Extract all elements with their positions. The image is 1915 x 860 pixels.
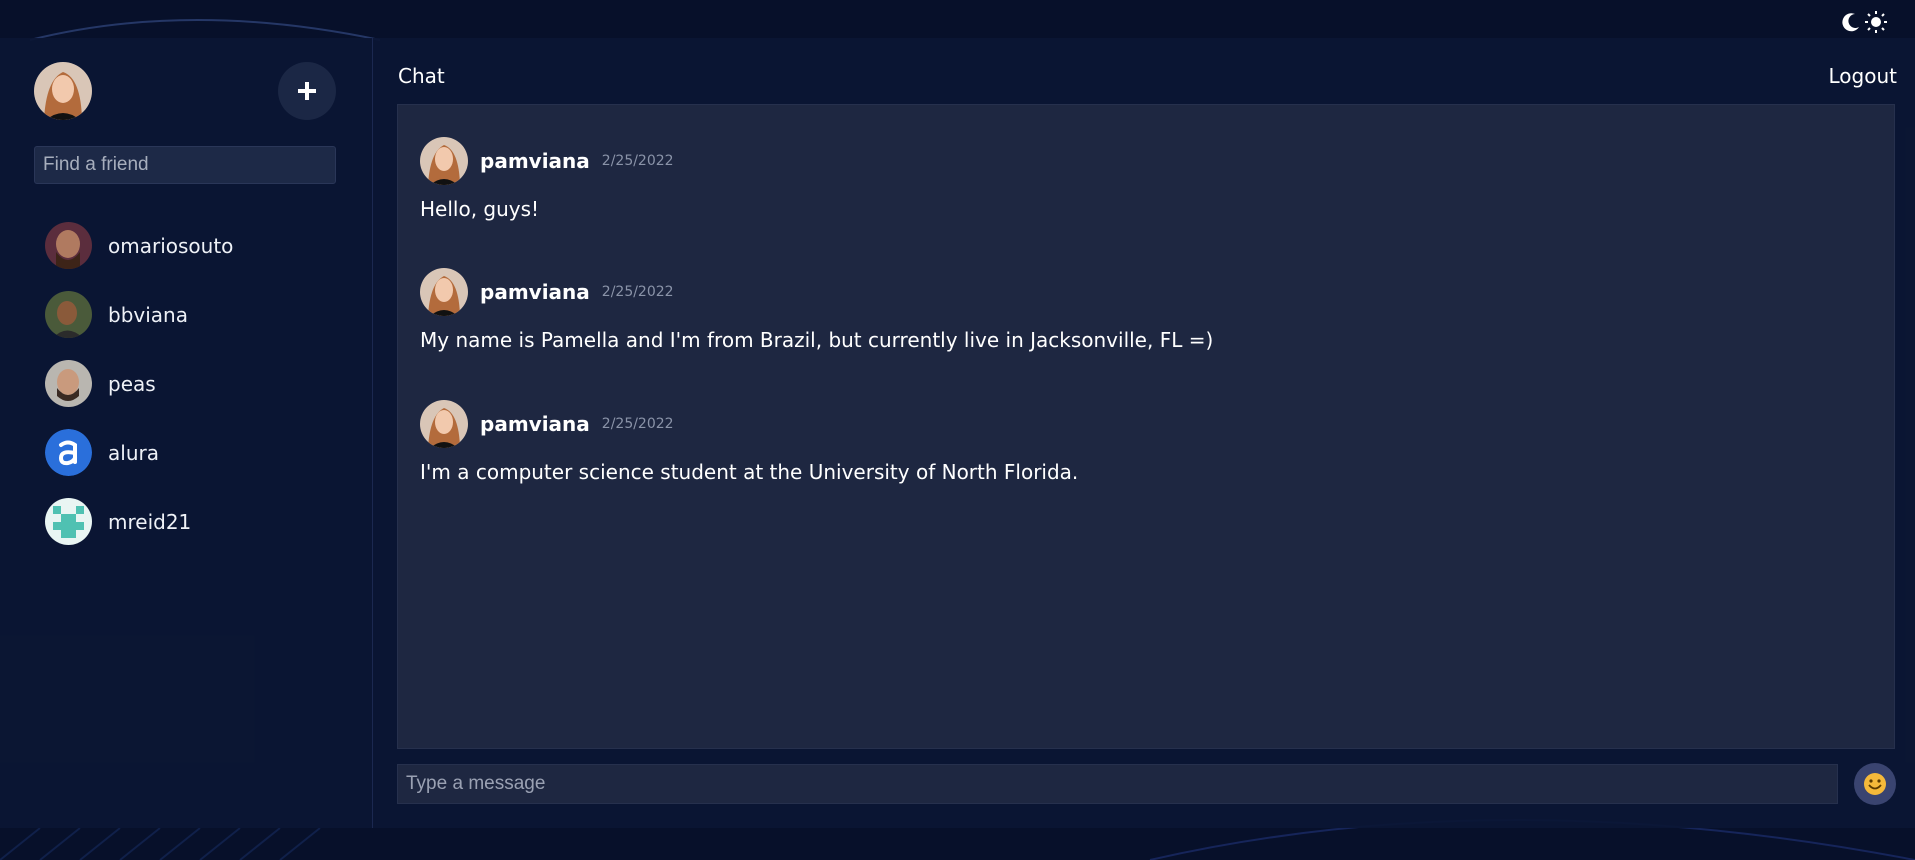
message-date: 2/25/2022	[601, 153, 674, 169]
message-item: pamviana 2/25/2022 My name is Pamella an…	[420, 268, 1213, 352]
avatar	[45, 360, 92, 407]
message-avatar	[420, 137, 468, 185]
friend-item-alura[interactable]: alura	[45, 429, 345, 476]
message-avatar	[420, 268, 468, 316]
message-header: pamviana 2/25/2022	[420, 400, 1078, 448]
message-header: pamviana 2/25/2022	[420, 137, 674, 185]
friend-item-bbviana[interactable]: bbviana	[45, 291, 345, 338]
message-header: pamviana 2/25/2022	[420, 268, 1213, 316]
smiley-emoji-icon	[1864, 773, 1886, 795]
message-list: pamviana 2/25/2022 Hello, guys! pamviana…	[397, 104, 1895, 749]
friend-name: alura	[108, 440, 159, 465]
avatar	[45, 498, 92, 545]
friend-name: peas	[108, 371, 156, 396]
message-username: pamviana	[480, 149, 590, 173]
avatar	[45, 429, 92, 476]
message-item: pamviana 2/25/2022 Hello, guys!	[420, 137, 674, 221]
plus-icon	[298, 82, 316, 100]
message-text: Hello, guys!	[420, 197, 540, 221]
message-input[interactable]	[397, 764, 1838, 804]
friend-item-omariosouto[interactable]: omariosouto	[45, 222, 345, 269]
chat-main: Chat Logout pamviana 2/25/2022 Hello, gu…	[373, 38, 1915, 828]
find-friend-input[interactable]	[34, 146, 336, 184]
moon-icon	[1842, 13, 1859, 32]
avatar	[45, 222, 92, 269]
message-date: 2/25/2022	[601, 416, 674, 432]
add-friend-button[interactable]	[278, 62, 336, 120]
message-text: My name is Pamella and I'm from Brazil, …	[420, 328, 1214, 352]
friend-item-peas[interactable]: peas	[45, 360, 345, 407]
friend-name: bbviana	[108, 302, 188, 327]
message-username: pamviana	[480, 412, 590, 436]
friend-name: mreid21	[108, 509, 192, 534]
message-text: I'm a computer science student at the Un…	[420, 460, 1079, 484]
chat-app: omariosouto bbviana	[0, 38, 1915, 828]
sun-icon	[1865, 11, 1887, 33]
page-title: Chat	[398, 64, 445, 88]
friend-item-mreid21[interactable]: mreid21	[45, 498, 345, 545]
current-user-avatar[interactable]	[34, 62, 92, 120]
avatar	[45, 291, 92, 338]
message-avatar	[420, 400, 468, 448]
friend-name: omariosouto	[108, 233, 234, 258]
theme-toggle[interactable]	[1840, 10, 1888, 34]
sidebar: omariosouto bbviana	[0, 38, 373, 828]
message-date: 2/25/2022	[601, 284, 674, 300]
friend-list: omariosouto bbviana peas alura mreid21	[45, 222, 345, 567]
logout-button[interactable]: Logout	[1829, 64, 1897, 88]
message-username: pamviana	[480, 280, 590, 304]
message-item: pamviana 2/25/2022 I'm a computer scienc…	[420, 400, 1078, 484]
emoji-button[interactable]	[1854, 763, 1896, 805]
